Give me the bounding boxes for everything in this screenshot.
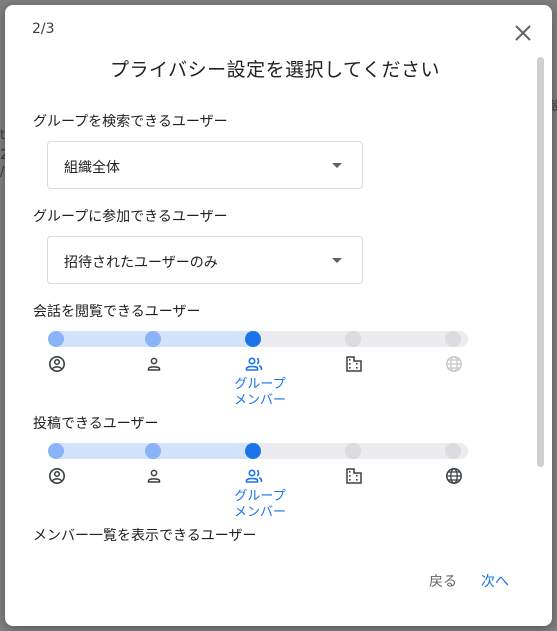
search-access-value: 組織全体	[64, 160, 120, 176]
scrollbar[interactable]	[536, 57, 544, 467]
post-access-label: 投稿できるユーザー	[33, 416, 159, 432]
manager-icon[interactable]	[48, 467, 66, 485]
person-icon[interactable]	[145, 467, 163, 485]
close-button[interactable]	[505, 15, 541, 51]
dropdown-arrow-icon	[332, 163, 342, 168]
building-icon[interactable]	[345, 467, 363, 485]
level-dot-public[interactable]	[445, 443, 461, 459]
level-dot-manager[interactable]	[48, 331, 64, 347]
search-access-label: グループを検索できるユーザー	[33, 114, 228, 130]
selected-level-label: グループ メンバー	[220, 489, 300, 521]
person-icon[interactable]	[145, 355, 163, 373]
step-indicator: 2/3	[32, 21, 55, 37]
level-dot-organization[interactable]	[345, 443, 361, 459]
level-dot-person[interactable]	[145, 443, 161, 459]
level-dot-person[interactable]	[145, 331, 161, 347]
selected-level-line: メンバー	[233, 505, 286, 520]
group-icon[interactable]	[245, 355, 263, 373]
dialog-title: プライバシー設定を選択してください	[110, 59, 440, 81]
join-access-label: グループに参加できるユーザー	[33, 209, 228, 225]
level-dot-group[interactable]	[245, 331, 261, 347]
background-text: /	[0, 165, 5, 180]
manager-icon[interactable]	[48, 355, 66, 373]
scrollbar-thumb[interactable]	[537, 57, 544, 467]
globe-icon[interactable]	[445, 467, 463, 485]
level-dot-public[interactable]	[445, 331, 461, 347]
search-access-select[interactable]: 組織全体	[47, 141, 363, 189]
join-access-value: 招待されたユーザーのみ	[64, 255, 218, 271]
level-dot-group[interactable]	[245, 443, 261, 459]
dropdown-arrow-icon	[332, 258, 342, 263]
close-icon	[515, 25, 531, 41]
privacy-settings-dialog: 2/3 プライバシー設定を選択してください グループを検索できるユーザー 組織全…	[5, 5, 552, 626]
selected-level-line: グループ	[234, 489, 286, 504]
member-list-access-label: メンバー一覧を表示できるユーザー	[33, 528, 257, 544]
selected-level-line: メンバー	[233, 393, 286, 408]
globe-icon[interactable]	[445, 355, 463, 373]
selected-level-label: グループ メンバー	[220, 377, 300, 409]
building-icon[interactable]	[345, 355, 363, 373]
next-button[interactable]: 次へ	[481, 571, 509, 591]
level-dot-manager[interactable]	[48, 443, 64, 459]
selected-level-line: グループ	[234, 377, 286, 392]
group-icon[interactable]	[245, 467, 263, 485]
view-access-label: 会話を閲覧できるユーザー	[33, 304, 201, 320]
back-button[interactable]: 戻る	[429, 571, 457, 591]
level-dot-organization[interactable]	[345, 331, 361, 347]
join-access-select[interactable]: 招待されたユーザーのみ	[47, 236, 363, 284]
